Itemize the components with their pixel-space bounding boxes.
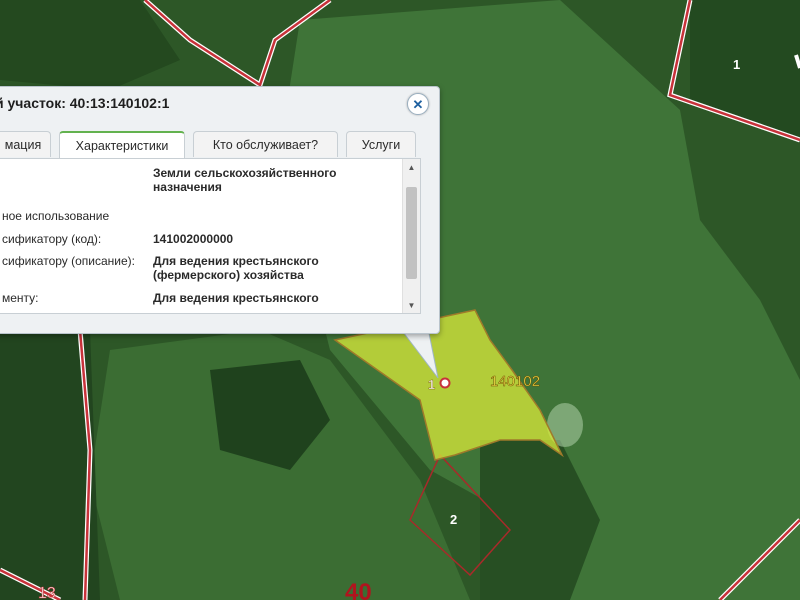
row-value-classifier-code: 141002000000	[153, 232, 234, 246]
row-value-by-document: Для ведения крестьянского	[153, 291, 319, 305]
parcel-marker-icon[interactable]	[439, 377, 451, 389]
tab-services[interactable]: Услуги	[346, 131, 416, 157]
tab-who-serves[interactable]: Кто обслуживает?	[193, 131, 338, 157]
popup-title: й участок: 40:13:140102:1	[0, 95, 170, 111]
tab-label: Характеристики	[75, 138, 169, 153]
tab-characteristics[interactable]: Характеристики	[59, 131, 185, 158]
marker-number: 1	[428, 377, 435, 392]
row-label-by-document: менту:	[2, 291, 39, 305]
scroll-thumb[interactable]	[406, 187, 417, 279]
tab-information[interactable]: мация	[0, 131, 51, 157]
row-label-classifier-code: сификатору (код):	[2, 232, 102, 246]
row-value-category: Земли сельскохозяйственного назначения	[153, 166, 337, 194]
close-icon: ✕	[412, 96, 424, 112]
row-label-classifier-description: сификатору (описание):	[2, 254, 135, 268]
close-button[interactable]: ✕	[407, 93, 429, 115]
panel-scrollbar[interactable]: ▲ ▼	[402, 159, 420, 313]
scroll-up-arrow-icon[interactable]: ▲	[403, 159, 420, 175]
characteristics-panel: Земли сельскохозяйственного назначения н…	[0, 158, 421, 314]
district-40-label: 40	[345, 579, 372, 600]
tab-label: Услуги	[361, 137, 401, 152]
plot-2-label: 2	[450, 512, 457, 527]
tab-label: мация	[4, 137, 42, 152]
district-13-label: 13	[38, 585, 56, 600]
tab-label: Кто обслуживает?	[212, 137, 319, 152]
parcel-number-label: 140102	[490, 373, 540, 390]
plot-1-label: 1	[733, 57, 740, 72]
parcel-info-popup: й участок: 40:13:140102:1 ✕ мация Характ…	[0, 86, 440, 334]
row-label-permitted-use: ное использование	[2, 209, 110, 223]
row-value-classifier-description: Для ведения крестьянского (фермерского) …	[153, 254, 319, 282]
scroll-down-arrow-icon[interactable]: ▼	[403, 297, 420, 313]
